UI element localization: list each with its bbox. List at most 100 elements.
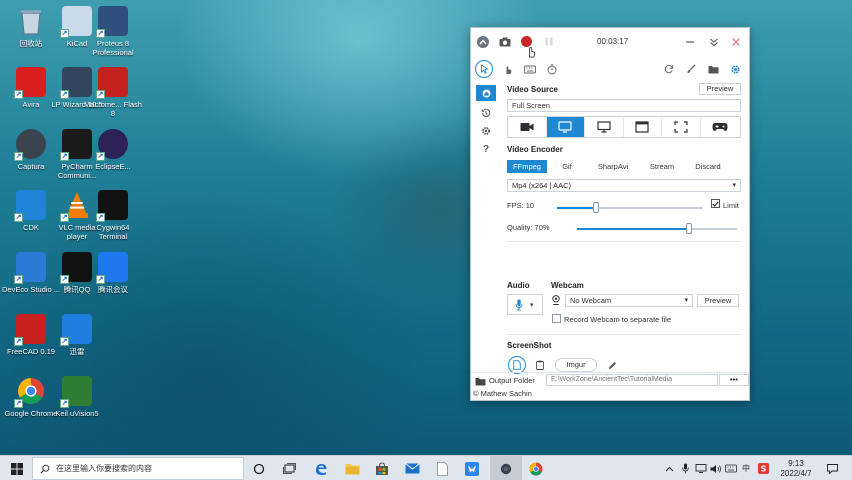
sidebar-settings-icon[interactable] bbox=[479, 124, 493, 138]
desktop-shortcut-label: 腾讯会议 bbox=[98, 285, 128, 294]
tray-clock[interactable]: 9:13 2022/4/7 bbox=[774, 456, 818, 480]
settings-gear-icon[interactable] bbox=[728, 62, 742, 76]
tray-network-icon[interactable] bbox=[694, 456, 708, 480]
captura-taskbar-icon[interactable] bbox=[490, 456, 522, 480]
pause-icon[interactable] bbox=[544, 36, 554, 47]
webcam-preview-button[interactable]: Preview bbox=[697, 294, 739, 307]
task-view-icon[interactable] bbox=[274, 456, 304, 480]
video-source-option[interactable] bbox=[701, 117, 740, 137]
video-source-selector bbox=[507, 116, 741, 138]
audio-mic-button[interactable]: ▾ bbox=[507, 294, 543, 315]
desktop-shortcut[interactable]: ↗ 迅雷 bbox=[48, 314, 106, 356]
tray-overflow-icon[interactable] bbox=[662, 456, 676, 480]
codec-value: Mp4 (x264 | AAC) bbox=[512, 181, 572, 190]
separate-webcam-checkbox[interactable] bbox=[552, 314, 561, 323]
windows-start-icon[interactable] bbox=[2, 456, 32, 480]
keystrokes-icon[interactable] bbox=[523, 62, 537, 76]
clipboard-icon[interactable] bbox=[534, 359, 546, 371]
taskbar-search-box[interactable]: 在这里输入你要搜索的内容 bbox=[32, 457, 244, 480]
region-icon bbox=[674, 121, 688, 133]
output-folder-more-button[interactable]: ••• bbox=[719, 374, 749, 386]
shortcut-arrow-icon: ↗ bbox=[14, 399, 23, 408]
encoder-tabs: FFmpeg Gif SharpAvi Stream Discard bbox=[507, 160, 741, 173]
encoder-tab[interactable]: Stream bbox=[639, 160, 685, 173]
shortcut-arrow-icon: ↗ bbox=[14, 213, 23, 222]
freecad-icon: ↗ bbox=[14, 314, 46, 346]
refresh-icon[interactable] bbox=[662, 62, 676, 76]
deveco-icon: ↗ bbox=[14, 252, 46, 284]
sidebar-history-icon[interactable] bbox=[479, 106, 493, 120]
tray-ime-label[interactable]: 中 bbox=[739, 456, 753, 480]
shortcut-arrow-icon: ↗ bbox=[60, 29, 69, 38]
video-source-option[interactable] bbox=[546, 117, 585, 137]
desktop-shortcut[interactable]: ↗ Cygwin64 Terminal bbox=[84, 190, 142, 241]
store-icon[interactable] bbox=[367, 456, 397, 480]
quality-slider-thumb[interactable] bbox=[686, 223, 692, 234]
edge-browser-icon[interactable] bbox=[306, 456, 336, 480]
xunlei-taskbar-icon[interactable] bbox=[457, 456, 487, 480]
sidebar-home-icon[interactable] bbox=[476, 85, 496, 101]
imgur-button[interactable]: Imgur bbox=[555, 358, 597, 372]
desktop-shortcut[interactable]: ↗ Keil uVision5 bbox=[48, 376, 106, 418]
desktop-shortcut-label: Macrome... Flash 8 bbox=[84, 100, 142, 118]
shortcut-arrow-icon: ↗ bbox=[60, 275, 69, 284]
shortcut-arrow-icon: ↗ bbox=[60, 213, 69, 222]
encoder-tab[interactable]: FFmpeg bbox=[507, 160, 547, 173]
desktop-shortcut[interactable]: ↗ Macrome... Flash 8 bbox=[84, 67, 142, 118]
file-explorer-icon[interactable] bbox=[337, 456, 367, 480]
fps-label-text: FPS: bbox=[507, 201, 524, 210]
tray-volume-icon[interactable] bbox=[709, 456, 723, 480]
status-bar: Output Folder E:\WorkZone\AncientTec\Tut… bbox=[471, 372, 749, 401]
webcam-icon bbox=[551, 294, 561, 306]
folder-icon[interactable] bbox=[706, 62, 720, 76]
eclipse-icon: ↗ bbox=[96, 129, 128, 161]
pointer-tool-icon[interactable] bbox=[475, 60, 493, 78]
pencil-icon[interactable] bbox=[606, 359, 618, 371]
fps-slider-thumb[interactable] bbox=[593, 202, 599, 213]
document-icon[interactable] bbox=[427, 456, 457, 480]
fps-value: 10 bbox=[525, 201, 535, 210]
limit-checkbox[interactable] bbox=[711, 199, 720, 208]
gamepad-icon bbox=[712, 122, 728, 132]
audio-dropdown-icon[interactable]: ▾ bbox=[530, 301, 534, 309]
encoder-tab[interactable]: SharpAvi bbox=[587, 160, 639, 173]
output-folder-path[interactable]: E:\WorkZone\AncientTec\TutorialMedia bbox=[546, 374, 718, 386]
output-folder-icon[interactable] bbox=[474, 376, 486, 386]
brush-icon[interactable] bbox=[684, 62, 698, 76]
shortcut-arrow-icon: ↗ bbox=[60, 90, 69, 99]
encoder-tab[interactable]: Discard bbox=[685, 160, 731, 173]
mail-icon[interactable] bbox=[397, 456, 427, 480]
screenshot-camera-icon[interactable] bbox=[498, 35, 512, 49]
codec-select[interactable]: Mp4 (x264 | AAC) ▾ bbox=[507, 179, 741, 192]
timer-icon[interactable] bbox=[545, 62, 559, 76]
video-source-field[interactable]: Full Screen bbox=[507, 99, 741, 112]
close-icon[interactable] bbox=[729, 35, 743, 49]
desktop-shortcut[interactable]: ↗ Proteus 8 Professional bbox=[84, 6, 142, 57]
tray-microphone-icon[interactable] bbox=[678, 456, 692, 480]
fps-label: FPS: 10 bbox=[507, 201, 534, 210]
video-source-option[interactable] bbox=[624, 117, 662, 137]
divider bbox=[507, 334, 741, 335]
quality-label: Quality: 70% bbox=[507, 223, 550, 232]
video-source-title: Video Source bbox=[507, 85, 558, 94]
chrome-taskbar-icon[interactable] bbox=[521, 456, 551, 480]
shortcut-arrow-icon: ↗ bbox=[60, 399, 69, 408]
collapse-icon[interactable] bbox=[477, 36, 489, 48]
video-source-option[interactable] bbox=[585, 117, 624, 137]
desktop-shortcut[interactable]: ↗ 腾讯会议 bbox=[84, 252, 142, 294]
collapse-down-icon[interactable] bbox=[707, 35, 721, 49]
desktop-shortcut[interactable]: ↗ EclipseE... bbox=[84, 129, 142, 171]
click-highlight-icon[interactable] bbox=[501, 62, 515, 76]
tray-antivirus-icon[interactable]: S bbox=[756, 456, 770, 480]
video-source-option[interactable] bbox=[508, 117, 547, 137]
tray-keyboard-icon[interactable] bbox=[724, 456, 738, 480]
webcam-select[interactable]: No Webcam ▾ bbox=[565, 294, 693, 307]
sidebar-help-icon[interactable]: ? bbox=[479, 142, 493, 156]
desktop-shortcut-label: EclipseE... bbox=[95, 162, 131, 171]
video-source-option[interactable] bbox=[662, 117, 701, 137]
notification-icon[interactable] bbox=[822, 456, 842, 480]
video-source-preview-button[interactable]: Preview bbox=[699, 83, 741, 95]
encoder-tab[interactable]: Gif bbox=[547, 160, 587, 173]
minimize-icon[interactable] bbox=[683, 35, 697, 49]
cortana-icon[interactable] bbox=[244, 456, 274, 480]
